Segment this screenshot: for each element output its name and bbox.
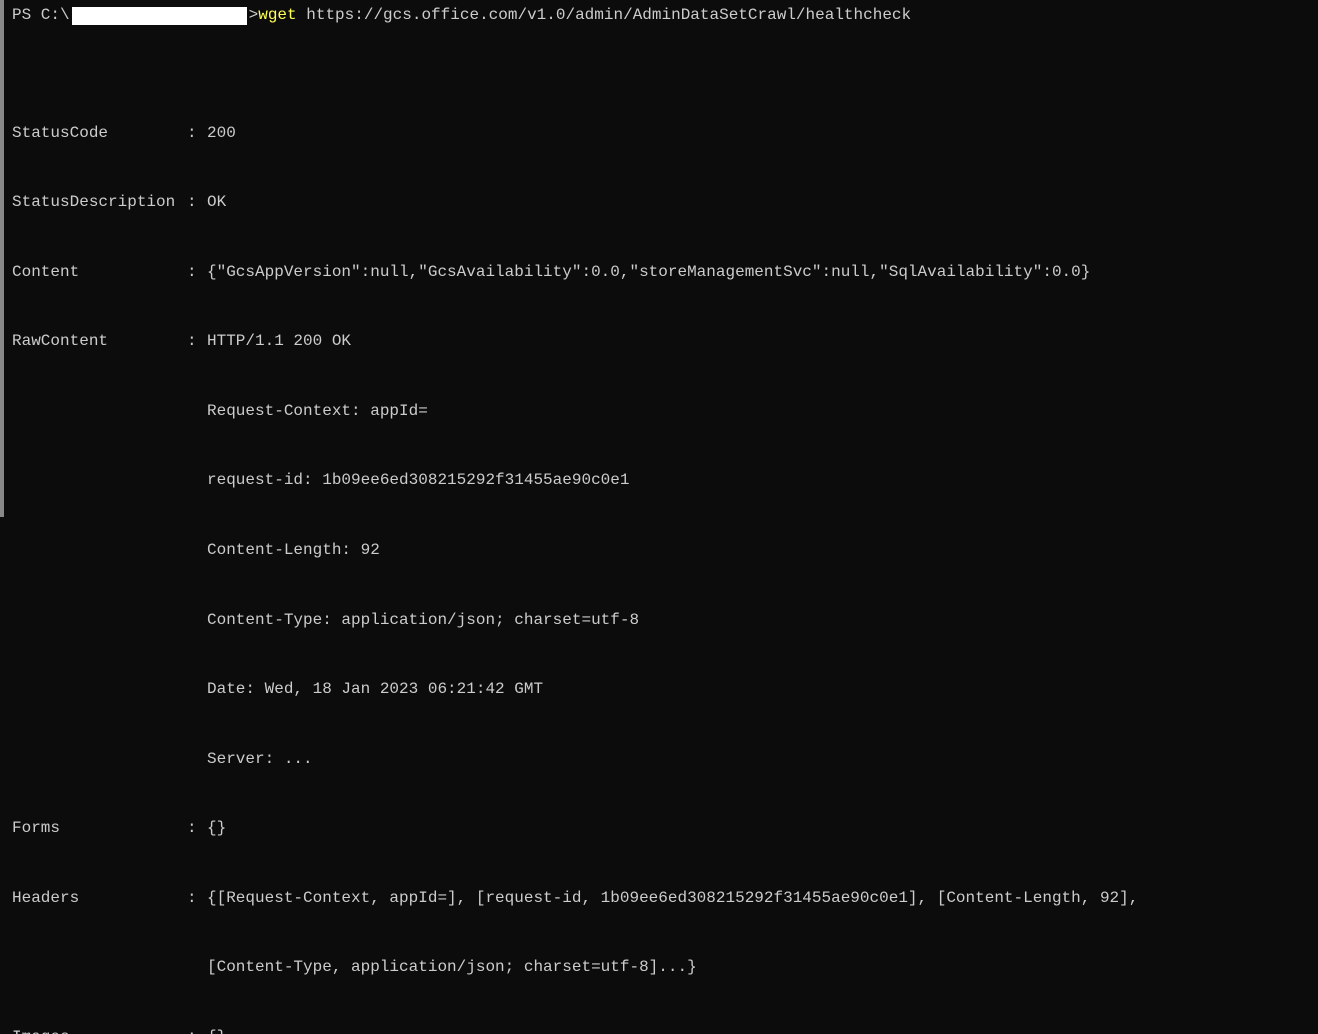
value-rawcontent-2: request-id: 1b09ee6ed308215292f31455ae90… bbox=[12, 469, 1310, 492]
value-headers-cont: [Content-Type, application/json; charset… bbox=[12, 956, 1310, 979]
output-row-content: Content : {"GcsAppVersion":null,"GcsAvai… bbox=[12, 261, 1310, 284]
output-row-headers: Headers : {[Request-Context, appId=], [r… bbox=[12, 887, 1310, 910]
output-row-rawcontent: RawContent : HTTP/1.1 200 OK bbox=[12, 330, 1310, 353]
value-statuscode: 200 bbox=[207, 122, 236, 145]
prompt-prefix: PS C:\ bbox=[12, 4, 70, 27]
output-row-forms: Forms : {} bbox=[12, 817, 1310, 840]
command-name: wget bbox=[258, 4, 296, 27]
output-row-statuscode: StatusCode : 200 bbox=[12, 122, 1310, 145]
label-forms: Forms bbox=[12, 817, 187, 840]
command-url: https://gcs.office.com/v1.0/admin/AdminD… bbox=[306, 4, 911, 27]
value-headers: {[Request-Context, appId=], [request-id,… bbox=[207, 887, 1138, 910]
value-rawcontent-4: Content-Type: application/json; charset=… bbox=[12, 609, 1310, 632]
label-images: Images bbox=[12, 1026, 187, 1034]
value-rawcontent-5: Date: Wed, 18 Jan 2023 06:21:42 GMT bbox=[12, 678, 1310, 701]
label-content: Content bbox=[12, 261, 187, 284]
label-statuscode: StatusCode bbox=[12, 122, 187, 145]
label-statusdescription: StatusDescription bbox=[12, 191, 187, 214]
prompt-suffix: > bbox=[249, 4, 259, 27]
value-rawcontent-3: Content-Length: 92 bbox=[12, 539, 1310, 562]
output-row-images: Images : {} bbox=[12, 1026, 1310, 1034]
value-content: {"GcsAppVersion":null,"GcsAvailability":… bbox=[207, 261, 1090, 284]
value-statusdescription: OK bbox=[207, 191, 226, 214]
label-headers: Headers bbox=[12, 887, 187, 910]
value-rawcontent-6: Server: ... bbox=[12, 748, 1310, 771]
output-row-statusdescription: StatusDescription : OK bbox=[12, 191, 1310, 214]
value-forms: {} bbox=[207, 817, 226, 840]
prompt-line[interactable]: PS C:\ > wget https://gcs.office.com/v1.… bbox=[12, 4, 1310, 27]
label-rawcontent: RawContent bbox=[12, 330, 187, 353]
value-images: {} bbox=[207, 1026, 226, 1034]
value-rawcontent-0: HTTP/1.1 200 OK bbox=[207, 330, 351, 353]
output-block: StatusCode : 200 StatusDescription : OK … bbox=[12, 75, 1310, 1034]
redacted-path bbox=[72, 7, 247, 25]
value-rawcontent-1: Request-Context: appId= bbox=[12, 400, 1310, 423]
